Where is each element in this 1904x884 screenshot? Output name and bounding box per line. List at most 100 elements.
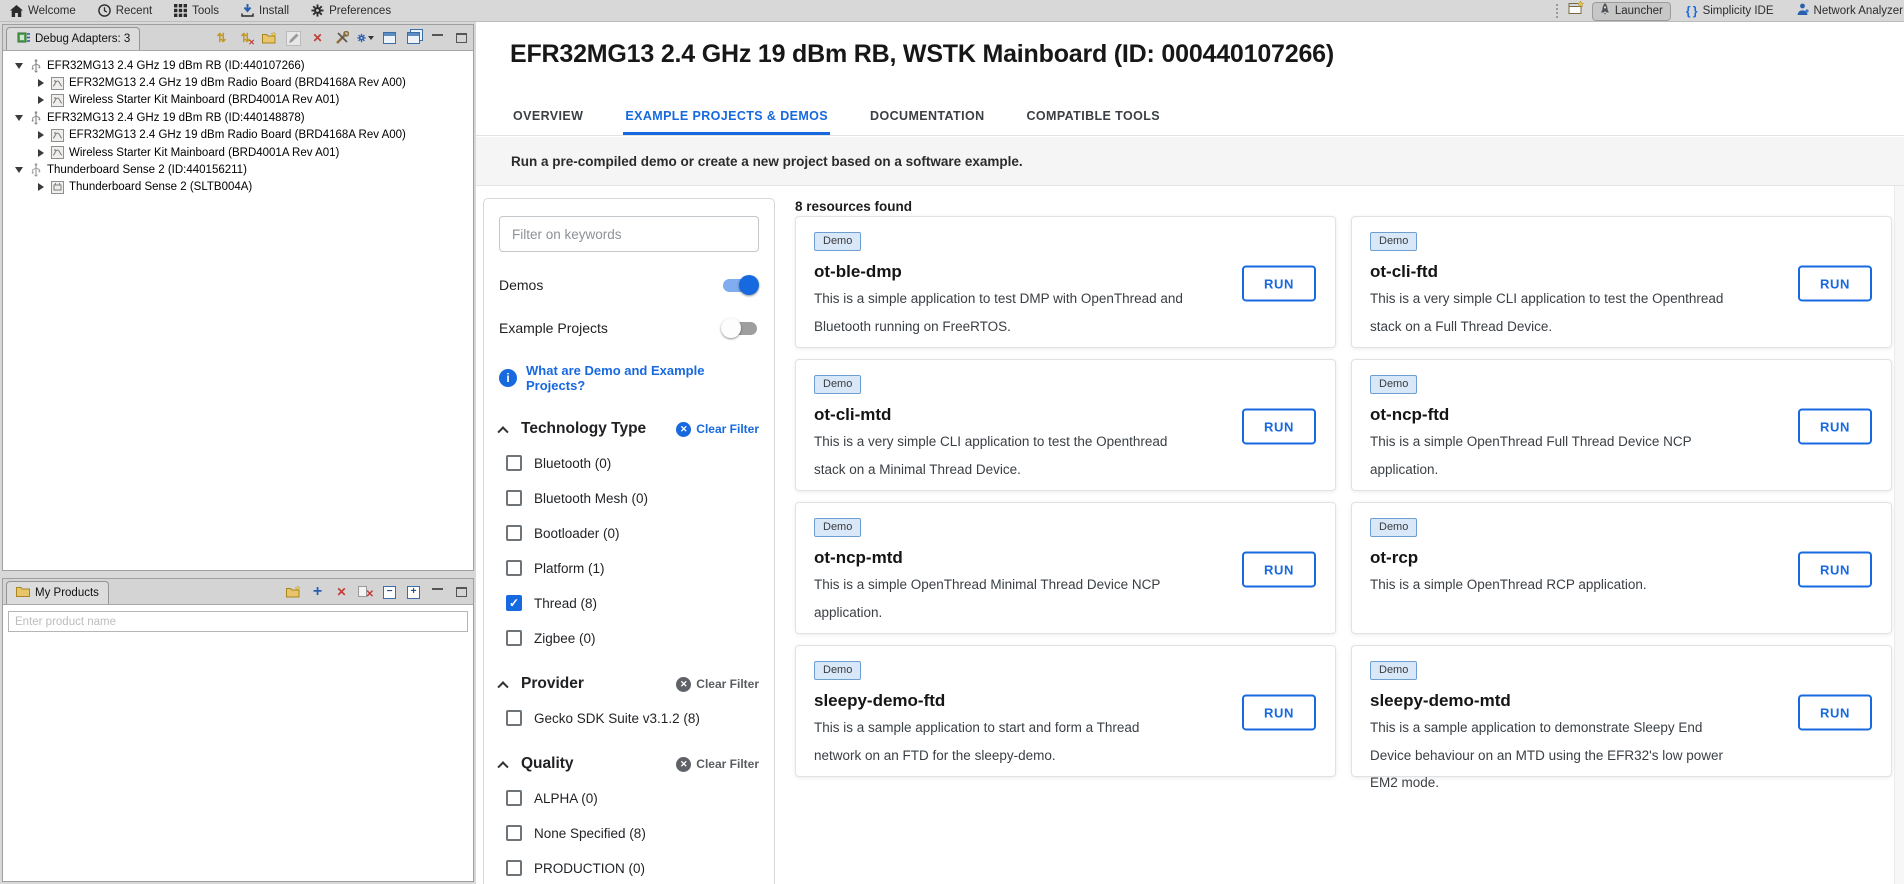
network-analyzer-icon <box>1796 3 1809 19</box>
my-products-tab[interactable]: My Products <box>6 581 109 604</box>
expand-arrow-icon[interactable] <box>34 96 48 104</box>
tree-row-label: EFR32MG13 2.4 GHz 19 dBm RB (ID:44010726… <box>47 60 305 72</box>
add-product-icon[interactable]: + <box>309 584 326 601</box>
filter-option[interactable]: ALPHA (0) <box>499 788 759 808</box>
tab-overview[interactable]: OVERVIEW <box>511 100 585 135</box>
menu-welcome[interactable]: Welcome <box>10 5 76 17</box>
page-title: EFR32MG13 2.4 GHz 19 dBm RB, WSTK Mainbo… <box>510 40 1334 69</box>
filter-option[interactable]: Gecko SDK Suite v3.1.2 (8) <box>499 708 759 728</box>
run-button[interactable]: RUN <box>1798 551 1872 587</box>
duplicate-view-icon[interactable] <box>405 30 422 47</box>
checkbox[interactable] <box>506 825 522 841</box>
refresh-adapters-icon[interactable]: ⇅ <box>213 30 230 47</box>
perspective-network-analyzer-button[interactable]: Network Analyzer <box>1789 2 1904 21</box>
expand-arrow-icon[interactable] <box>12 167 26 173</box>
maximize-panel-icon[interactable] <box>453 584 470 601</box>
menu-recent[interactable]: Recent <box>98 4 152 17</box>
filter-option[interactable]: Bluetooth (0) <box>499 453 759 473</box>
tree-row[interactable]: Thunderboard Sense 2 (SLTB004A) <box>3 179 473 196</box>
rename-icon[interactable] <box>285 30 302 47</box>
expand-arrow-icon[interactable] <box>12 63 26 69</box>
checkbox[interactable] <box>506 710 522 726</box>
tree-row[interactable]: EFR32MG13 2.4 GHz 19 dBm RB (ID:44014887… <box>3 109 473 126</box>
tools-wrench-icon[interactable] <box>333 30 350 47</box>
run-button[interactable]: RUN <box>1798 694 1872 730</box>
demos-toggle-row: Demos <box>499 275 759 295</box>
vertical-scrollbar[interactable] <box>1894 186 1904 884</box>
perspective-simplicity-ide-button[interactable]: { } Simplicity IDE <box>1679 2 1781 21</box>
clear-filter-button[interactable]: ✕Clear Filter <box>676 422 759 437</box>
checkbox[interactable] <box>506 790 522 806</box>
checkbox[interactable] <box>506 630 522 646</box>
remove-all-products-icon[interactable]: ✕ <box>357 584 374 601</box>
filter-option[interactable]: Bootloader (0) <box>499 523 759 543</box>
filter-option[interactable]: None Specified (8) <box>499 823 759 843</box>
run-button[interactable]: RUN <box>1242 265 1316 301</box>
perspective-network-analyzer-label: Network Analyzer <box>1814 5 1903 17</box>
filter-option[interactable]: Bluetooth Mesh (0) <box>499 488 759 508</box>
expand-arrow-icon[interactable] <box>34 183 48 191</box>
remove-product-icon[interactable]: ✕ <box>333 584 350 601</box>
demos-toggle[interactable] <box>721 275 759 295</box>
disconnect-adapter-icon[interactable]: ⇅✕ <box>237 30 254 47</box>
menu-tools[interactable]: Tools <box>174 4 219 17</box>
chevron-up-icon[interactable] <box>499 425 521 433</box>
filter-option[interactable]: Thread (8) <box>499 593 759 613</box>
clear-filter-button[interactable]: ✕Clear Filter <box>676 677 759 692</box>
debug-adapters-tab[interactable]: Debug Adapters: 3 <box>6 27 140 50</box>
run-button[interactable]: RUN <box>1242 694 1316 730</box>
tree-row[interactable]: EFR32MG13 2.4 GHz 19 dBm Radio Board (BR… <box>3 127 473 144</box>
run-button[interactable]: RUN <box>1798 408 1872 444</box>
filter-option[interactable]: Platform (1) <box>499 558 759 578</box>
menu-preferences[interactable]: Preferences <box>311 4 391 17</box>
checkbox[interactable] <box>506 560 522 576</box>
expand-arrow-icon[interactable] <box>34 149 48 157</box>
collapse-all-icon[interactable]: − <box>381 584 398 601</box>
perspective-launcher-button[interactable]: Launcher <box>1592 2 1671 21</box>
expand-all-icon[interactable]: + <box>405 584 422 601</box>
tree-row[interactable]: Thunderboard Sense 2 (ID:440156211) <box>3 161 473 178</box>
menu-install[interactable]: Install <box>241 4 289 17</box>
filter-option[interactable]: PRODUCTION (0) <box>499 858 759 878</box>
tree-row[interactable]: EFR32MG13 2.4 GHz 19 dBm RB (ID:44010726… <box>3 57 473 74</box>
example-projects-toggle[interactable] <box>721 318 759 338</box>
chevron-up-icon[interactable] <box>499 760 521 768</box>
delete-adapter-icon[interactable]: ✕ <box>309 30 326 47</box>
what-are-demos-link[interactable]: What are Demo and Example Projects? <box>526 363 759 393</box>
resource-card: Demo sleepy-demo-ftd This is a sample ap… <box>795 645 1336 777</box>
filter-option[interactable]: Zigbee (0) <box>499 628 759 648</box>
tree-row[interactable]: Wireless Starter Kit Mainboard (BRD4001A… <box>3 144 473 161</box>
tab-example-projects-demos[interactable]: EXAMPLE PROJECTS & DEMOS <box>623 100 830 135</box>
view-table-icon[interactable] <box>381 30 398 47</box>
resource-card: Demo ot-rcp This is a simple OpenThread … <box>1351 502 1892 634</box>
open-perspective-icon[interactable] <box>1568 1 1584 21</box>
run-button[interactable]: RUN <box>1798 265 1872 301</box>
maximize-panel-icon[interactable] <box>453 30 470 47</box>
keyword-filter-input[interactable] <box>499 216 759 252</box>
checkbox[interactable] <box>506 455 522 471</box>
new-folder-icon[interactable] <box>285 584 302 601</box>
run-button[interactable]: RUN <box>1242 551 1316 587</box>
checkbox[interactable] <box>506 525 522 541</box>
demo-badge: Demo <box>1370 232 1417 251</box>
clear-filter-button[interactable]: ✕Clear Filter <box>676 757 759 772</box>
adapter-settings-gear-icon[interactable] <box>357 30 374 47</box>
checkbox[interactable] <box>506 490 522 506</box>
thunderboard-icon <box>50 181 65 194</box>
checkbox[interactable] <box>506 860 522 876</box>
radio-board-icon <box>50 129 65 142</box>
expand-arrow-icon[interactable] <box>34 131 48 139</box>
new-group-folder-icon[interactable] <box>261 30 278 47</box>
expand-arrow-icon[interactable] <box>34 79 48 87</box>
expand-arrow-icon[interactable] <box>12 115 26 121</box>
product-name-input[interactable] <box>8 611 468 632</box>
chevron-up-icon[interactable] <box>499 680 521 688</box>
tree-row[interactable]: EFR32MG13 2.4 GHz 19 dBm Radio Board (BR… <box>3 74 473 91</box>
tab-documentation[interactable]: DOCUMENTATION <box>868 100 986 135</box>
tab-compatible-tools[interactable]: COMPATIBLE TOOLS <box>1025 100 1162 135</box>
tree-row[interactable]: Wireless Starter Kit Mainboard (BRD4001A… <box>3 92 473 109</box>
run-button[interactable]: RUN <box>1242 408 1316 444</box>
checkbox-checked[interactable] <box>506 595 522 611</box>
minimize-panel-icon[interactable] <box>429 30 446 47</box>
minimize-panel-icon[interactable] <box>429 584 446 601</box>
